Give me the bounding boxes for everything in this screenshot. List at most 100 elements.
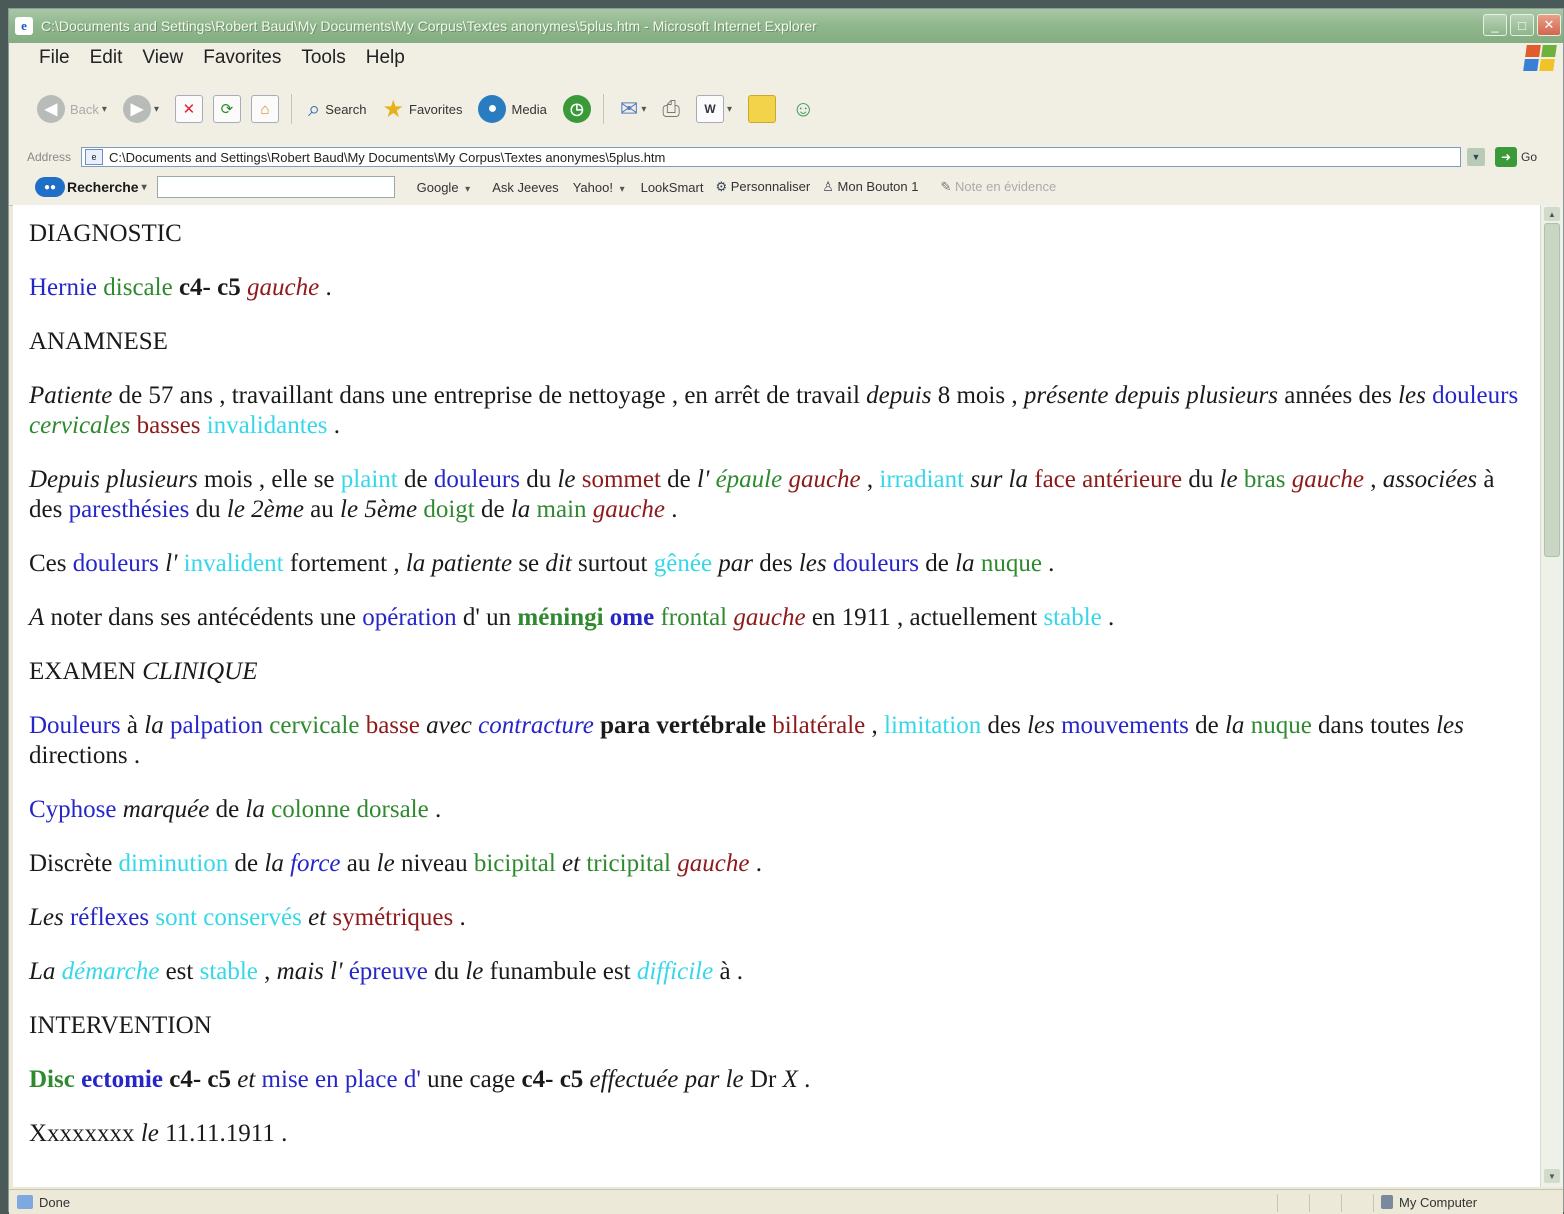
menu-favorites[interactable]: Favorites [203,47,281,69]
mail-dropdown-icon[interactable]: ▾ [641,104,646,115]
stop-button[interactable]: ✕ [174,95,203,123]
history-clock-icon: ◷ [562,95,591,123]
annotated-token: du [519,466,558,493]
annotated-token: Xxxxxxxx [29,1120,141,1147]
recherche-dropdown-icon[interactable]: ▾ [142,182,147,193]
pen-icon: ✎ [940,179,952,194]
annotated-token: sommet [581,466,661,493]
annotated-token: le [376,850,395,877]
annotated-token: tricipital [586,850,672,877]
link-google[interactable]: Google ▾ [417,180,471,195]
annotated-token: nuque [980,550,1042,577]
annotated-token: d' [403,1066,421,1093]
annotated-token: Cyphose [29,796,117,823]
link-yahoo[interactable]: Yahoo! ▾ [573,180,625,195]
annotated-token: des [753,550,799,577]
annotated-token: DIAGNOSTIC [29,220,182,247]
annotated-token: le [1219,466,1238,493]
mail-button[interactable]: ✉ ▾ [620,96,646,122]
annotated-token: Patiente [29,382,113,409]
menu-edit[interactable]: Edit [90,47,123,69]
minimize-button[interactable]: _ [1483,14,1507,36]
history-button[interactable]: ◷ [562,95,591,123]
annotated-token: , [865,712,885,739]
annotated-token: Disc [29,1066,75,1093]
scroll-thumb[interactable] [1544,223,1560,557]
printer-icon: ⎙ [662,96,680,121]
annotated-token: par [718,550,754,577]
annotated-token: une cage [420,1066,522,1093]
annotated-token: la [245,796,265,823]
media-label: Media [511,101,547,117]
annotated-token: du [1182,466,1220,493]
annotated-token: diminution [118,850,229,877]
close-button[interactable]: ✕ [1537,14,1561,36]
toolbar-search-input[interactable] [156,176,395,198]
annotated-token: La [29,958,56,985]
annotated-token: les [1027,712,1055,739]
annotated-token: gauche [733,604,806,631]
refresh-icon: ⟳ [212,95,241,123]
status-separator [1277,1194,1278,1212]
person-icon: ♙ [822,179,834,194]
annotated-token: c5 [207,1066,231,1093]
menu-file[interactable]: File [39,47,70,69]
annotated-token: 8 mois , [931,382,1024,409]
link-note[interactable]: ✎ Note en évidence [940,179,1056,195]
refresh-button[interactable]: ⟳ [212,95,241,123]
back-dropdown-icon[interactable]: ▾ [102,104,107,115]
annotated-token: douleurs [832,550,919,577]
status-bar: Done My Computer [9,1189,1563,1214]
link-ask-jeeves[interactable]: Ask Jeeves [492,180,558,195]
address-dropdown-icon[interactable]: ▼ [1467,148,1485,166]
document-paragraph: EXAMEN CLINIQUE [29,657,1529,687]
discuss-button[interactable] [748,95,777,123]
annotated-token: méningi [517,604,604,631]
annotated-token: à . [713,958,744,985]
annotated-token: la [144,712,164,739]
annotated-token: associées [1382,466,1478,493]
annotated-token: bras [1243,466,1286,493]
edit-word-button[interactable]: W ▾ [695,95,732,123]
forward-arrow-icon: ▶ [122,95,151,123]
favorites-button[interactable]: ★ Favorites [383,95,463,124]
print-button[interactable]: ⎙ [662,96,680,122]
link-personnaliser[interactable]: ⚙ Personnaliser [715,179,810,195]
home-button[interactable]: ⌂ [250,95,279,123]
annotated-token: opération [362,604,457,631]
annotated-token: et [562,850,581,877]
title-bar[interactable]: e C:\Documents and Settings\Robert Baud\… [9,9,1563,43]
messenger-button[interactable]: ☺ [792,96,814,122]
recherche-label: Recherche [67,179,139,195]
search-label: Search [325,101,367,117]
annotated-token: niveau [394,850,474,877]
annotated-token: bilatérale [772,712,866,739]
maximize-button[interactable]: □ [1510,14,1534,36]
address-input[interactable]: e C:\Documents and Settings\Robert Baud\… [81,147,1461,167]
annotated-token: de [228,850,265,877]
media-button[interactable]: ● Media [478,95,547,123]
scroll-up-icon[interactable]: ▲ [1544,207,1560,221]
annotated-token: stable [199,958,258,985]
menu-tools[interactable]: Tools [301,47,345,69]
edit-dropdown-icon[interactable]: ▾ [727,104,732,115]
annotated-token: les [1436,712,1464,739]
annotated-token: de [474,496,511,523]
menu-view[interactable]: View [142,47,183,69]
link-mon-bouton[interactable]: ♙ Mon Bouton 1 [822,179,918,195]
annotated-token: de [919,550,956,577]
annotated-token: . [797,1066,811,1093]
forward-dropdown-icon[interactable]: ▾ [154,104,159,115]
vertical-scrollbar[interactable]: ▲ ▼ [1540,205,1563,1187]
link-looksmart[interactable]: LookSmart [641,180,704,195]
forward-button[interactable]: ▶ ▾ [122,95,159,123]
annotated-token: c4- [169,1066,202,1093]
search-button[interactable]: ⌕ Search [308,96,367,122]
annotated-token: c4- [178,274,211,301]
recherche-button[interactable]: ●● Recherche ▾ [35,177,147,197]
go-button[interactable]: ➜ Go [1495,147,1537,167]
menu-help[interactable]: Help [366,47,405,69]
annotated-token: . [1101,604,1115,631]
back-button[interactable]: ◀ Back ▾ [37,95,107,123]
scroll-down-icon[interactable]: ▼ [1544,1169,1560,1183]
